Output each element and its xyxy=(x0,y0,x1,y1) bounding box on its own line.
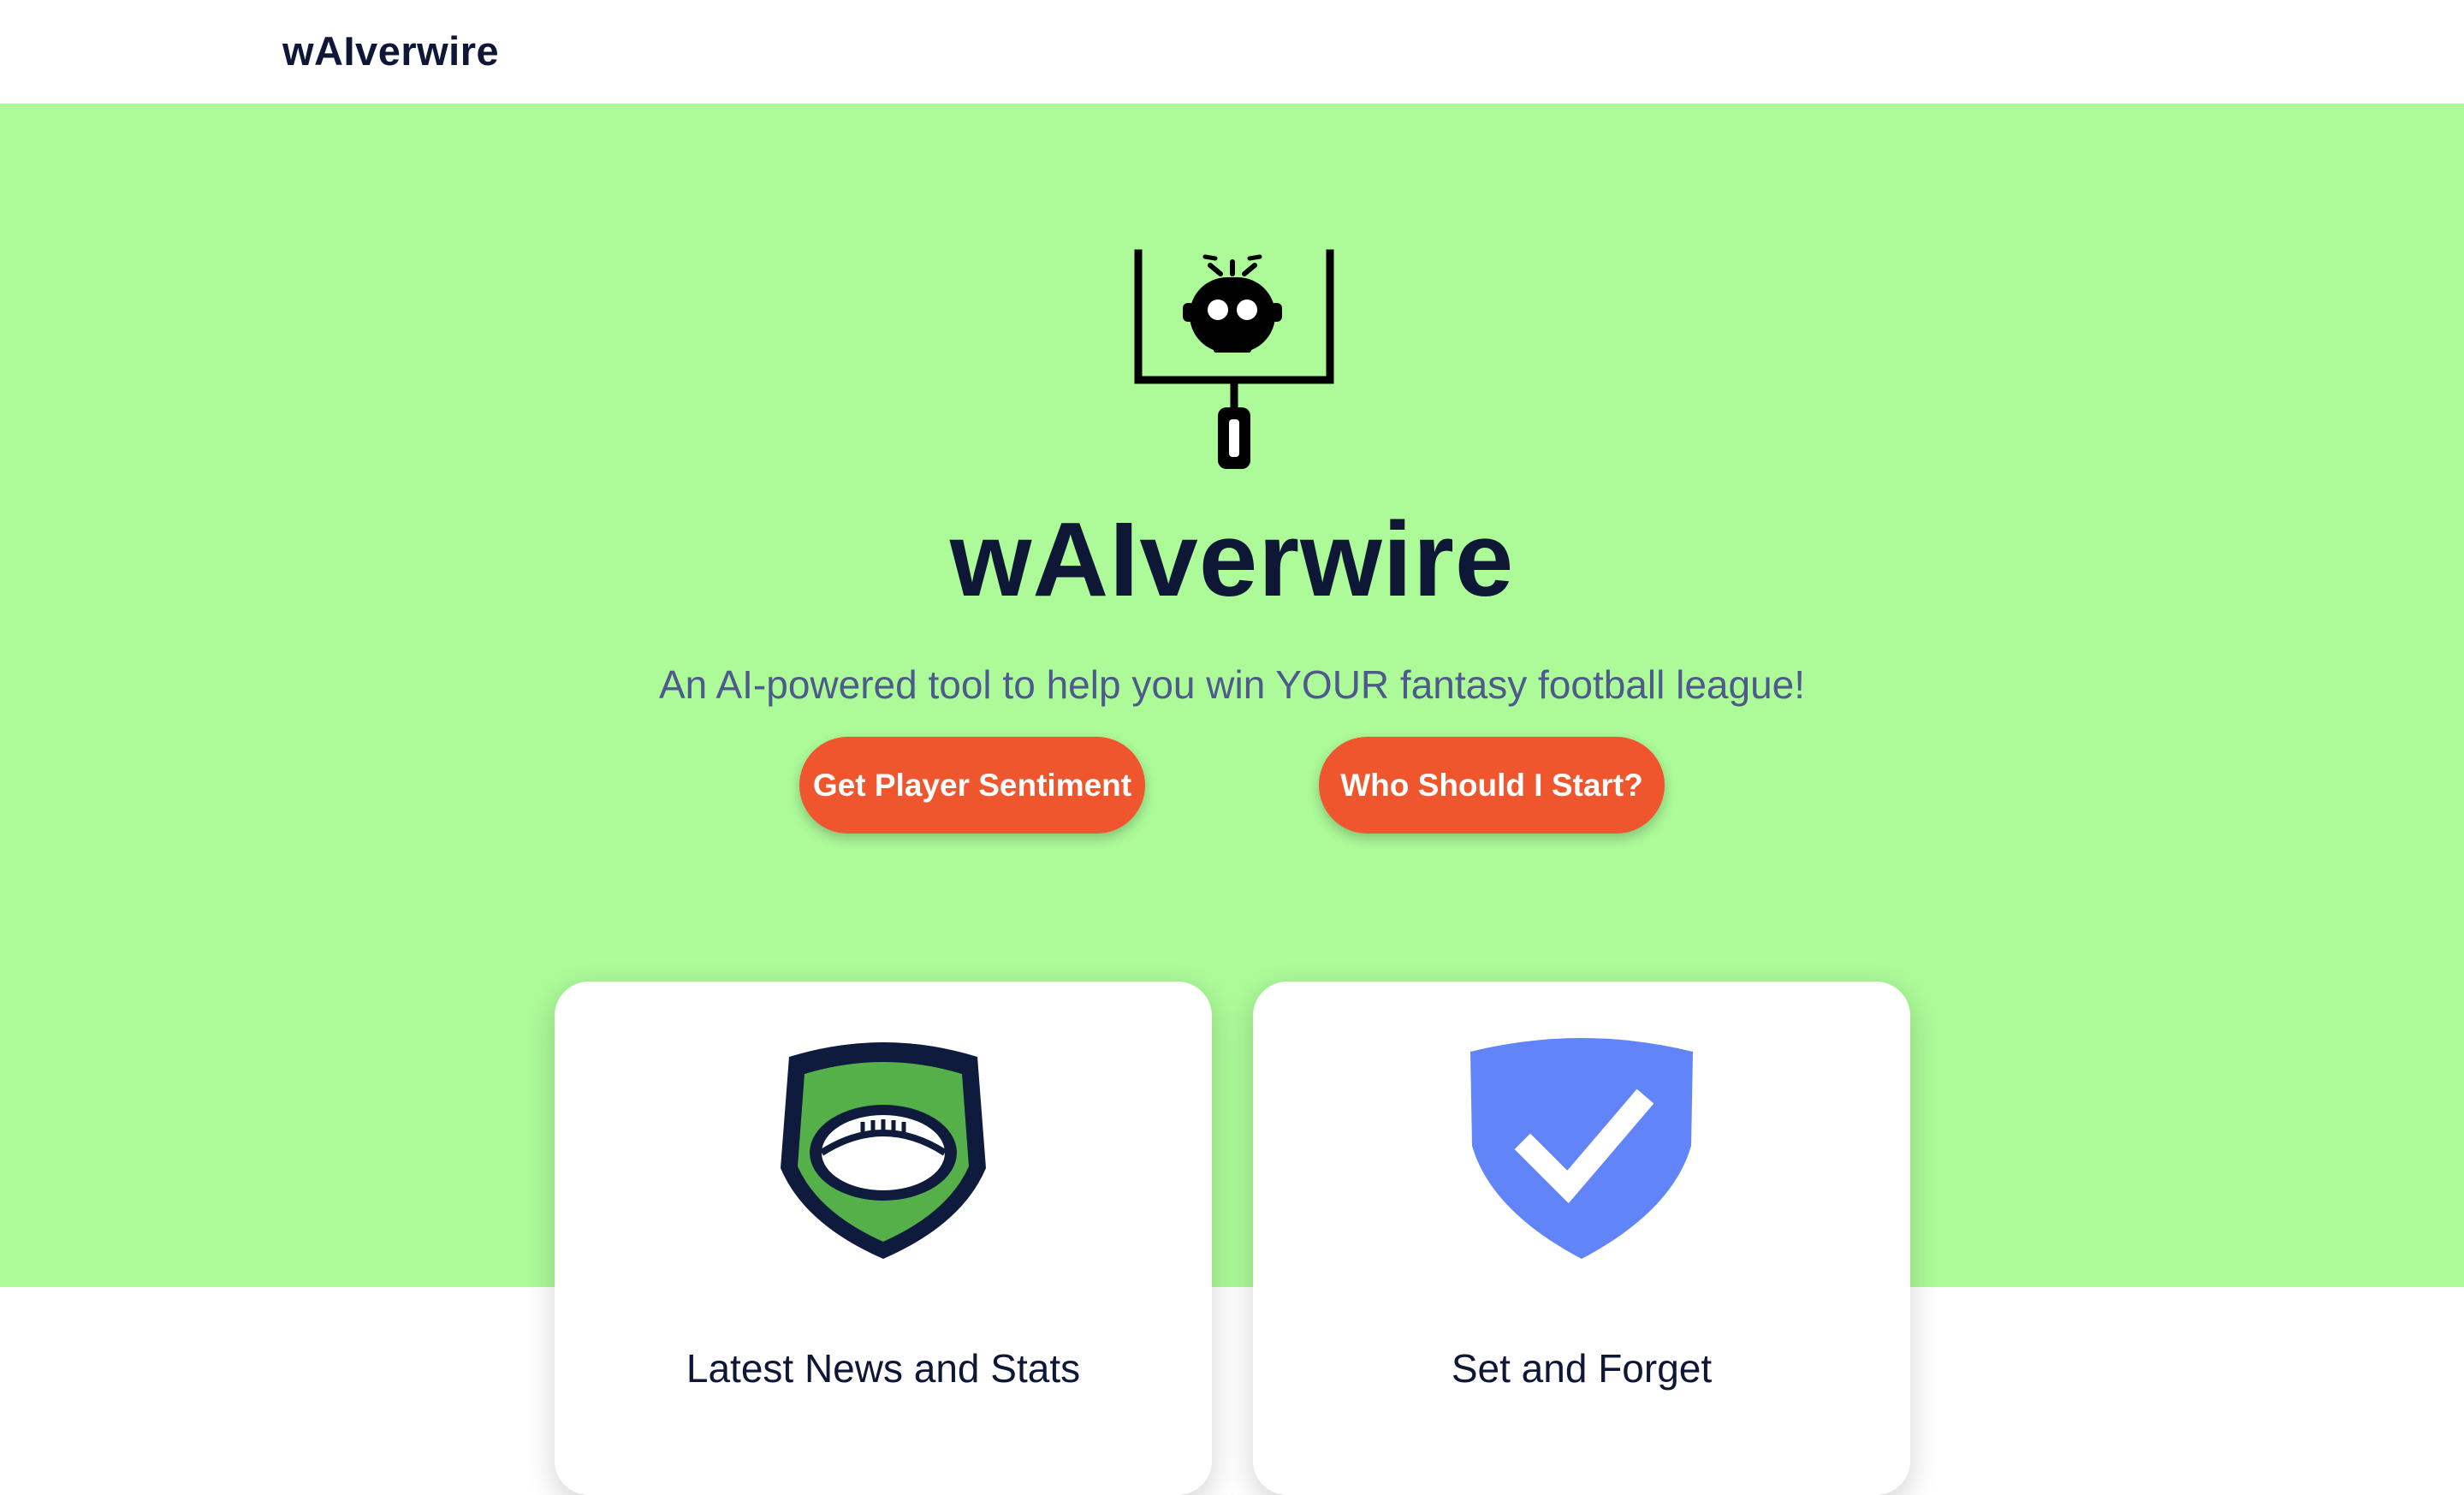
football-shield-icon xyxy=(769,1031,998,1261)
who-should-i-start-button[interactable]: Who Should I Start? xyxy=(1319,737,1665,834)
hero-subtitle: An AI-powered tool to help you win YOUR … xyxy=(658,662,1806,707)
navbar: wAIverwire xyxy=(0,0,2464,104)
feature-title-set-and-forget: Set and Forget xyxy=(1451,1346,1713,1391)
goalpost-robot-icon xyxy=(1131,248,1337,471)
feature-card-set-and-forget: Set and Forget xyxy=(1253,982,1910,1495)
checkmark-shield-icon xyxy=(1467,1031,1696,1261)
nav-brand-link[interactable]: wAIverwire xyxy=(282,24,499,79)
feature-card-news: Latest News and Stats xyxy=(555,982,1212,1495)
feature-title-news: Latest News and Stats xyxy=(686,1346,1081,1391)
get-player-sentiment-button[interactable]: Get Player Sentiment xyxy=(799,737,1145,834)
hero-title: wAIverwire xyxy=(949,501,1515,619)
